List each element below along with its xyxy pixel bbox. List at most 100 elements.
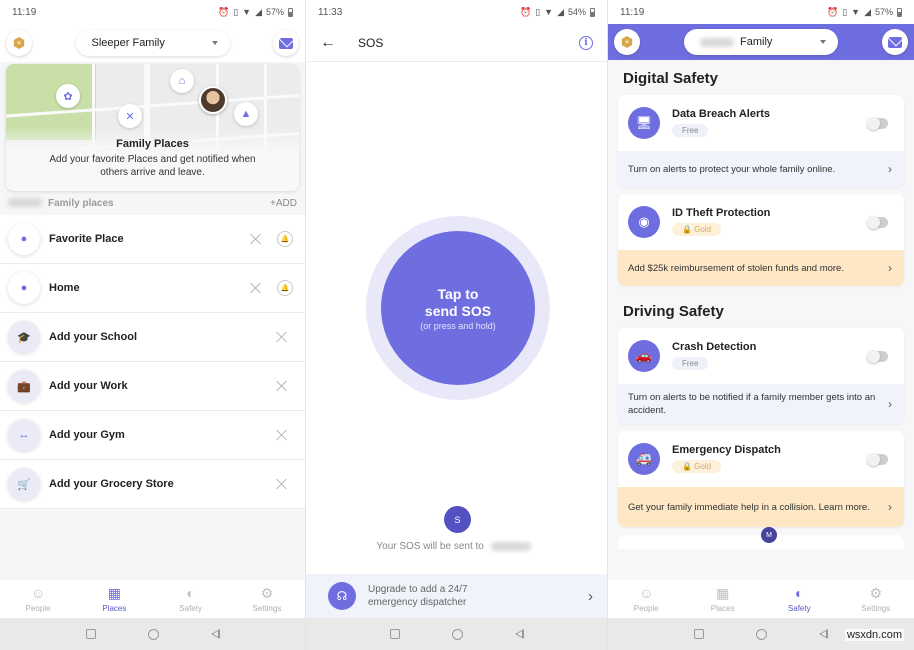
back-button[interactable] bbox=[514, 629, 524, 639]
tab-settings[interactable]: ⚙ Settings bbox=[838, 580, 914, 618]
remove-place-button[interactable] bbox=[275, 477, 289, 491]
tab-label: Places bbox=[710, 603, 735, 613]
bell-icon[interactable]: 🔔 bbox=[277, 231, 293, 247]
android-nav-bar bbox=[0, 618, 305, 650]
back-button[interactable] bbox=[819, 629, 828, 639]
feature-footer-link[interactable]: Add $25k reimbursement of stolen funds a… bbox=[618, 250, 904, 286]
membership-badge-button[interactable] bbox=[614, 29, 640, 55]
messages-button[interactable] bbox=[273, 30, 299, 56]
family-selector[interactable]: Sleeper Family bbox=[75, 30, 230, 56]
feature-toggle[interactable] bbox=[867, 116, 888, 130]
info-icon[interactable]: i bbox=[579, 35, 593, 50]
person-icon: ☺ bbox=[639, 584, 654, 601]
recents-button[interactable] bbox=[694, 629, 704, 639]
chevron-right-icon: › bbox=[888, 499, 892, 514]
tier-badge: 🔒 Gold bbox=[672, 460, 722, 473]
upgrade-text-line2: emergency dispatcher bbox=[368, 597, 467, 608]
status-bar: 11:33 ⏰ ▯ ▼ ◢ 54% bbox=[306, 0, 607, 24]
battery-icon bbox=[590, 7, 595, 17]
tab-safety[interactable]: ◐ Safety bbox=[153, 580, 229, 618]
send-sos-button[interactable]: Tap to send SOS (or press and hold) bbox=[381, 231, 535, 385]
home-button[interactable] bbox=[756, 628, 767, 640]
family-places-map-card[interactable]: ✿ ⌂ ✕ ▲ Family Places Add your favorite … bbox=[6, 64, 299, 191]
next-card-peek: M bbox=[618, 527, 904, 549]
family-header: Family bbox=[608, 24, 914, 60]
battery-percent: 57% bbox=[265, 7, 284, 17]
feature-title: Crash Detection bbox=[672, 341, 757, 353]
sos-app-bar: ← SOS i bbox=[306, 24, 607, 62]
chevron-right-icon: › bbox=[588, 587, 593, 605]
safety-content[interactable]: Digital Safety 🖥 Data Breach Alerts Free Tur… bbox=[608, 60, 914, 549]
recipient-avatar: S bbox=[444, 506, 471, 533]
card-info: Data Breach Alerts Free bbox=[672, 108, 868, 138]
feature-toggle[interactable] bbox=[867, 215, 888, 229]
recents-button[interactable] bbox=[389, 629, 400, 639]
sos-button-hint: (or press and hold) bbox=[420, 320, 496, 331]
family-selector[interactable]: Family bbox=[684, 29, 838, 55]
upgrade-dispatcher-banner[interactable]: ☊ Upgrade to add a 24/7 emergency dispat… bbox=[306, 574, 607, 618]
tab-people[interactable]: ☺ People bbox=[0, 580, 76, 618]
place-row[interactable]: 💼 Add your Work bbox=[0, 362, 305, 411]
back-arrow-icon[interactable]: ← bbox=[320, 34, 344, 52]
member-avatar-pin[interactable] bbox=[199, 86, 227, 114]
map-card-description: Add your favorite Places and get notifie… bbox=[49, 154, 256, 178]
recents-button[interactable] bbox=[85, 629, 96, 639]
safety-screen: 11:19 ⏰ ▯ ▼ ◢ 57% Family Digital Safety 🖥… bbox=[608, 0, 914, 650]
place-row[interactable]: 🛒 Add your Grocery Store bbox=[0, 460, 305, 509]
blurred-name bbox=[8, 198, 42, 208]
tab-places[interactable]: ▦ Places bbox=[685, 580, 762, 618]
feature-title: Emergency Dispatch bbox=[672, 444, 781, 456]
places-list: ● Favorite Place 🔔 ● Home 🔔 🎓 Add your School 💼 A… bbox=[0, 215, 305, 509]
place-row[interactable]: ● Home 🔔 bbox=[0, 264, 305, 313]
family-header: Sleeper Family bbox=[0, 24, 305, 62]
remove-place-button[interactable] bbox=[249, 232, 263, 246]
tab-settings[interactable]: ⚙ Settings bbox=[229, 580, 305, 618]
signal-icon: ◢ bbox=[864, 6, 871, 17]
add-place-button[interactable]: +ADD bbox=[270, 198, 297, 209]
alarm-icon: ⏰ bbox=[519, 6, 532, 17]
alarm-icon: ⏰ bbox=[217, 6, 230, 17]
safety-feature-card: ◉ ID Theft Protection 🔒 Gold Add $25k reimb… bbox=[618, 194, 904, 286]
status-bar: 11:19 ⏰ ▯ ▼ ◢ 57% bbox=[608, 0, 914, 24]
tab-safety[interactable]: ◐ Safety bbox=[761, 580, 838, 618]
messages-button[interactable] bbox=[882, 29, 908, 55]
place-row[interactable]: ● Favorite Place 🔔 bbox=[0, 215, 305, 264]
tab-label: Settings bbox=[861, 603, 891, 613]
remove-place-button[interactable] bbox=[249, 281, 263, 295]
sos-button-halo: Tap to send SOS (or press and hold) bbox=[366, 216, 550, 400]
tab-places[interactable]: ▦ Places bbox=[76, 580, 152, 618]
card-info: Emergency Dispatch 🔒 Gold bbox=[672, 444, 868, 474]
feature-title: Data Breach Alerts bbox=[672, 108, 771, 120]
feature-footer-link[interactable]: Turn on alerts to protect your whole fam… bbox=[618, 151, 904, 187]
tab-label: Safety bbox=[179, 603, 202, 613]
place-label: Add your Gym bbox=[49, 429, 125, 441]
membership-badge-button[interactable] bbox=[6, 30, 32, 56]
place-row[interactable]: 🎓 Add your School bbox=[0, 313, 305, 362]
remove-place-button[interactable] bbox=[275, 428, 289, 442]
feature-toggle[interactable] bbox=[867, 452, 888, 466]
remove-place-button[interactable] bbox=[275, 330, 289, 344]
status-time: 11:33 bbox=[318, 6, 343, 18]
place-label: Add your Work bbox=[49, 380, 128, 392]
signal-icon: ◢ bbox=[557, 6, 564, 17]
tier-badge: Free bbox=[672, 124, 709, 137]
home-button[interactable] bbox=[147, 628, 159, 640]
tab-people[interactable]: ☺ People bbox=[608, 580, 685, 618]
home-button[interactable] bbox=[451, 628, 463, 640]
wifi-icon: ▼ bbox=[544, 7, 554, 17]
page-title: SOS bbox=[358, 35, 384, 50]
monitor-icon: 🖥 bbox=[628, 107, 660, 139]
feature-toggle[interactable] bbox=[867, 349, 888, 363]
feature-footer-link[interactable]: Get your family immediate help in a coll… bbox=[618, 487, 904, 527]
feature-footer-link[interactable]: Turn on alerts to be notified if a famil… bbox=[618, 384, 904, 424]
tab-label: People bbox=[25, 603, 51, 613]
watermark: wsxdn.com bbox=[844, 629, 904, 641]
status-bar: 11:19 ⏰ ▯ ▼ ◢ 57% bbox=[0, 0, 305, 24]
bell-icon[interactable]: 🔔 bbox=[277, 280, 293, 296]
card-info: Crash Detection Free bbox=[672, 341, 868, 371]
place-row[interactable]: ↔ Add your Gym bbox=[0, 411, 305, 460]
back-button[interactable] bbox=[210, 629, 220, 639]
remove-place-button[interactable] bbox=[275, 379, 289, 393]
safety-feature-card: 🚗 Crash Detection Free Turn on alerts to be… bbox=[618, 328, 904, 424]
chevron-right-icon: › bbox=[888, 260, 892, 275]
